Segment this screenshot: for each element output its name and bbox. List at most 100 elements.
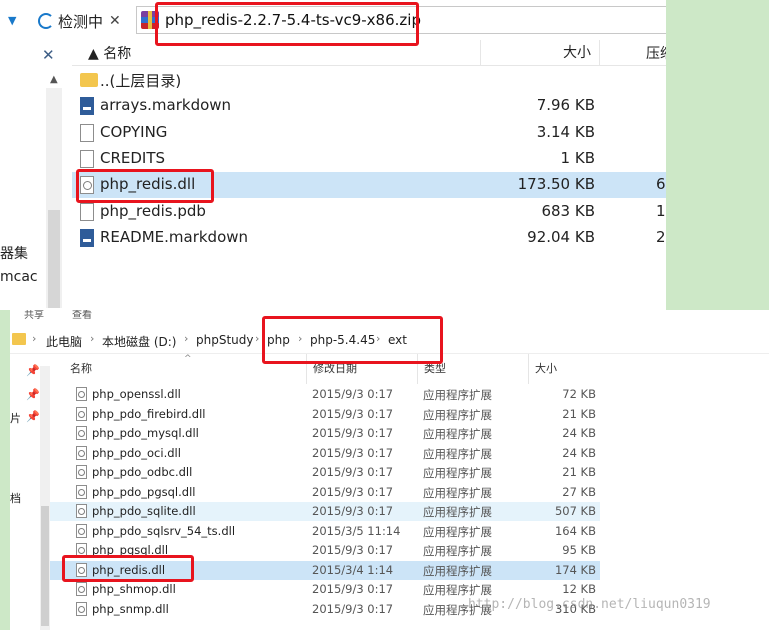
archive-title: php_redis-2.2.7-5.4-ts-vc9-x86.zip (165, 11, 421, 29)
file-name: php_pdo_oci.dll (92, 445, 181, 460)
navigation-pane: 📌 📌 📌 片 档 (10, 354, 50, 630)
chevron-right-icon: › (255, 332, 260, 345)
dll-file-icon (76, 582, 87, 596)
chevron-right-icon: › (90, 332, 95, 345)
file-row[interactable]: php_pdo_oci.dll 2015/9/3 0:17 应用程序扩展 24 KB (50, 444, 600, 463)
file-date: 2015/9/3 0:17 (312, 426, 394, 440)
tab-bar: ▼ 检测中 ✕ php_redis-2.2.7-5.4-ts-vc9-x86.z… (0, 0, 667, 40)
breadcrumb-this-pc[interactable]: 此电脑 (46, 333, 82, 350)
file-type: 应用程序扩展 (423, 485, 492, 500)
address-bar[interactable]: › 此电脑 › 本地磁盘 (D:) › phpStudy › php › php… (10, 326, 769, 354)
dll-file-icon (76, 562, 87, 577)
breadcrumb-local-disk[interactable]: 本地磁盘 (D:) (102, 333, 176, 350)
file-type: 应用程序扩展 (423, 583, 492, 597)
file-name: php_redis.pdb (100, 201, 206, 220)
file-size: 173.50 KB (517, 175, 595, 194)
file-row[interactable]: php_pgsql.dll 2015/9/3 0:17 应用程序扩展 95 KB (50, 541, 600, 560)
file-row[interactable]: php_pdo_mysql.dll 2015/9/3 0:17 应用程序扩展 24 K… (50, 424, 600, 443)
sort-ascending-icon: ^ (184, 354, 192, 364)
file-row[interactable]: php_openssl.dll 2015/9/3 0:17 应用程序扩展 72 KB (50, 385, 600, 404)
file-name: php_pdo_sqlite.dll (92, 504, 196, 518)
breadcrumb-php[interactable]: php (267, 333, 290, 347)
dll-file-icon (76, 465, 87, 479)
file-size: 24 KB (562, 426, 596, 440)
archive-row[interactable]: COPYING 3.14 KB (72, 120, 667, 146)
file-size: 72 KB (562, 387, 596, 401)
dll-file-icon (76, 601, 87, 616)
file-size: 1 KB (560, 148, 595, 167)
column-name[interactable]: 名称 (64, 354, 92, 384)
ribbon-tab-view[interactable]: 查看 (72, 310, 92, 321)
file-icon (80, 123, 94, 142)
file-compressed: 2 (656, 227, 666, 246)
file-size: 27 KB (562, 484, 596, 499)
dll-file-icon (76, 543, 87, 557)
tab-searching[interactable]: 检测中 ✕ (38, 9, 128, 33)
scroll-thumb[interactable] (41, 506, 49, 626)
loading-spinner-icon (38, 13, 54, 29)
ribbon-tabs: 共享 查看 (10, 310, 769, 324)
archive-window: ▼ 检测中 ✕ php_redis-2.2.7-5.4-ts-vc9-x86.z… (0, 0, 667, 310)
file-name: arrays.markdown (100, 96, 232, 115)
watermark-text: http://blog.csdn.net/liuqun0319 (468, 597, 711, 612)
file-date: 2015/9/3 0:17 (312, 601, 394, 616)
tab-archive[interactable]: php_redis-2.2.7-5.4-ts-vc9-x86.zip (136, 6, 666, 34)
column-date[interactable]: 修改日期 (306, 354, 357, 384)
dll-file-icon (76, 504, 87, 518)
file-size: 164 KB (554, 523, 596, 538)
archive-column-header: ▲ 名称 大小 压缩 (72, 40, 667, 66)
archive-row[interactable]: ..(上层目录) (72, 67, 667, 93)
archive-row[interactable]: php_redis.dll 173.50 KB 6 (72, 172, 667, 199)
nav-scrollbar[interactable] (40, 366, 50, 630)
file-name: COPYING (100, 122, 168, 141)
file-type: 应用程序扩展 (423, 427, 492, 441)
file-row[interactable]: php_pdo_sqlite.dll 2015/9/3 0:17 应用程序扩展 507… (50, 502, 600, 521)
nav-text-fragment: 片 (10, 412, 21, 425)
column-size[interactable]: 大小 (528, 354, 557, 384)
file-type: 应用程序扩展 (423, 466, 492, 480)
scroll-thumb[interactable] (48, 210, 60, 308)
pin-icon[interactable]: 📌 (26, 388, 40, 401)
dll-file-icon (76, 426, 87, 440)
archive-row[interactable]: arrays.markdown 7.96 KB (72, 93, 667, 119)
file-row[interactable]: php_pdo_firebird.dll 2015/9/3 0:17 应用程序扩展 2… (50, 405, 600, 424)
breadcrumb-php-version[interactable]: php-5.4.45 (310, 333, 375, 347)
archive-row[interactable]: php_redis.pdb683 KB17 (72, 199, 667, 225)
side-scrollbar[interactable] (46, 88, 62, 308)
file-row[interactable]: php_pdo_sqlsrv_54_ts.dll 2015/3/5 11:14 应用… (50, 522, 600, 541)
file-row[interactable]: php_pdo_odbc.dll 2015/9/3 0:17 应用程序扩展 21 KB (50, 463, 600, 482)
file-date: 2015/9/3 0:17 (312, 504, 394, 518)
dll-file-icon (76, 523, 87, 538)
file-type: 应用程序扩展 (423, 505, 492, 519)
file-size: 507 KB (554, 504, 596, 518)
file-name: php_pdo_odbc.dll (92, 465, 193, 479)
file-type: 应用程序扩展 (423, 446, 492, 461)
archive-row[interactable]: CREDITS 1 KB (72, 146, 667, 172)
file-date: 2015/9/3 0:17 (312, 445, 394, 460)
column-name[interactable]: ▲ 名称 (88, 43, 131, 63)
ribbon-tab-share[interactable]: 共享 (24, 310, 44, 321)
dll-file-icon (76, 484, 87, 499)
close-tab-icon[interactable]: ✕ (109, 13, 121, 29)
file-row[interactable]: php_pdo_pgsql.dll 2015/9/3 0:17 应用程序扩展 27 K… (50, 483, 600, 502)
file-date: 2015/9/3 0:17 (312, 484, 394, 499)
breadcrumb-phpstudy[interactable]: phpStudy (196, 333, 254, 347)
tab-searching-label: 检测中 (58, 12, 104, 31)
chevron-right-icon: › (32, 332, 37, 345)
pin-icon[interactable]: 📌 (26, 364, 40, 377)
file-row[interactable]: php_redis.dll 2015/3/4 1:14 应用程序扩展 174 KB (50, 560, 600, 580)
dll-file-icon (76, 387, 87, 401)
file-date: 2015/3/5 11:14 (312, 523, 401, 538)
tab-dropdown-icon[interactable]: ▼ (8, 14, 16, 27)
scroll-up-icon[interactable]: ▲ (50, 74, 58, 85)
pin-icon[interactable]: 📌 (26, 410, 40, 423)
column-type[interactable]: 类型 (417, 354, 446, 384)
file-name: README.markdown (100, 227, 249, 246)
column-size[interactable]: 大小 (480, 40, 600, 66)
file-name: php_pgsql.dll (92, 543, 169, 557)
archive-row[interactable]: README.markdown 92.04 KB 2 (72, 225, 667, 251)
close-pane-icon[interactable]: ✕ (42, 46, 55, 64)
column-compressed[interactable]: 压缩 (646, 43, 667, 63)
file-icon (80, 202, 94, 221)
breadcrumb-ext[interactable]: ext (388, 333, 407, 347)
